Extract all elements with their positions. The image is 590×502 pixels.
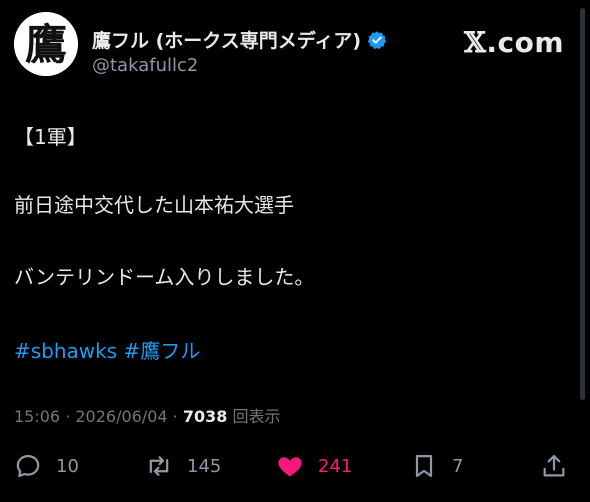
author-name-row: 鷹フル (ホークス専門メディア) <box>92 26 387 53</box>
scrollbar[interactable] <box>580 8 585 400</box>
post-time[interactable]: 15:06 <box>14 407 60 426</box>
avatar-glyph: 鷹 <box>25 20 67 69</box>
x-brand-logo: 𝕏.com <box>464 26 564 59</box>
post-text-line: 【1軍】 <box>14 125 87 149</box>
repost-count: 145 <box>187 455 222 477</box>
share-button[interactable] <box>540 446 568 486</box>
meta-separator: · <box>167 407 183 426</box>
post-text-line: 前日途中交代した山本祐大選手 <box>14 193 294 217</box>
avatar[interactable]: 鷹 <box>14 12 78 76</box>
view-label: 回表示 <box>232 407 281 426</box>
bookmark-button[interactable]: 7 <box>410 446 463 486</box>
view-count: 7038 <box>182 407 228 426</box>
verified-badge-icon <box>367 30 387 49</box>
repost-icon <box>149 456 169 476</box>
meta-separator: · <box>60 407 76 426</box>
like-button[interactable]: 241 <box>276 446 352 486</box>
reply-icon <box>16 454 40 478</box>
repost-button[interactable]: 145 <box>145 446 221 486</box>
x-logo-icon: 𝕏 <box>464 26 487 59</box>
bookmark-count: 7 <box>452 455 464 477</box>
share-icon <box>543 454 565 477</box>
hashtag-link[interactable]: #鷹フル <box>124 339 201 363</box>
post-text-line: バンテリンドーム入りしました。 <box>14 265 315 289</box>
reply-count: 10 <box>56 455 79 477</box>
heart-icon <box>278 457 302 477</box>
hashtags: #sbhawks #鷹フル <box>14 335 200 364</box>
display-name[interactable]: 鷹フル (ホークス専門メディア) <box>92 26 361 53</box>
hashtag-link[interactable]: #sbhawks <box>14 339 117 363</box>
brand-label: .com <box>486 26 564 59</box>
post-meta: 15:06 · 2026/06/04 · 7038 回表示 <box>14 403 281 427</box>
like-count: 241 <box>318 455 353 477</box>
reply-button[interactable]: 10 <box>14 446 79 486</box>
bookmark-icon <box>415 454 433 478</box>
post-date[interactable]: 2026/06/04 <box>75 407 167 426</box>
taka-kanji-logo-icon: 鷹 <box>14 12 78 76</box>
author-handle[interactable]: @takafullc2 <box>92 55 198 76</box>
action-bar: 10 145 241 7 <box>0 446 590 486</box>
